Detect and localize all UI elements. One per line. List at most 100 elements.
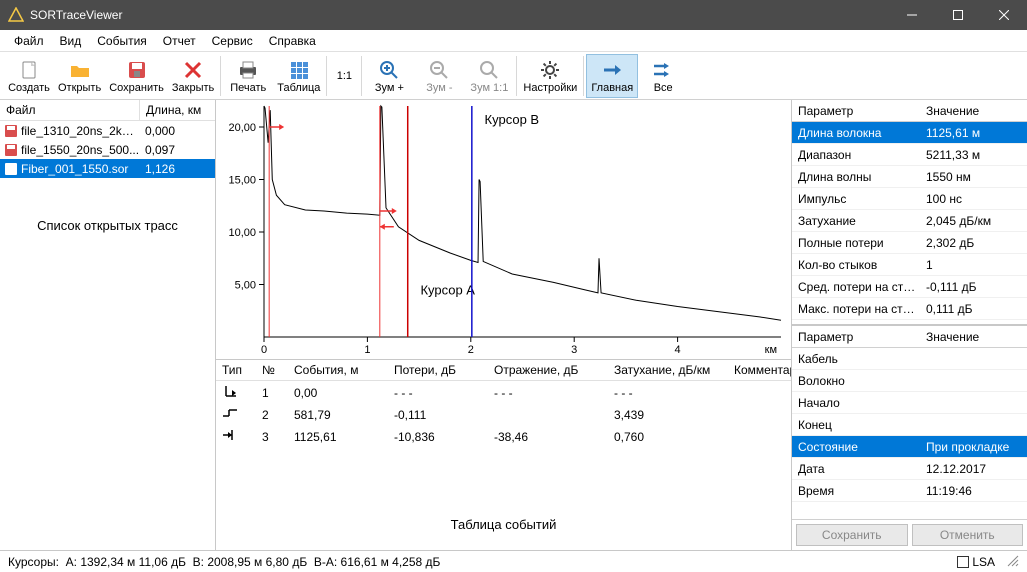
one-to-one-button[interactable]: 1:1 bbox=[329, 54, 359, 98]
param-value: 100 нс bbox=[922, 192, 1027, 206]
col-refl[interactable]: Отражение, дБ bbox=[494, 363, 614, 377]
col-comment[interactable]: Комментарий bbox=[734, 363, 791, 377]
right-panel: Параметр Значение Длина волокна1125,61 м… bbox=[791, 100, 1027, 550]
menu-service[interactable]: Сервис bbox=[204, 32, 261, 50]
table-button[interactable]: Таблица bbox=[273, 54, 324, 98]
param-key: Импульс bbox=[792, 192, 922, 206]
file-name: Fiber_001_1550.sor bbox=[21, 162, 141, 176]
event-row[interactable]: 31125,61-10,836-38,460,760 bbox=[216, 425, 791, 447]
print-button[interactable]: Печать bbox=[223, 54, 273, 98]
menu-bar: Файл Вид События Отчет Сервис Справка bbox=[0, 30, 1027, 52]
event-row[interactable]: 10,00- - -- - -- - - bbox=[216, 381, 791, 403]
new-file-icon bbox=[17, 58, 41, 82]
zoom-reset-button[interactable]: Зум 1:1 bbox=[464, 54, 514, 98]
file-col-header[interactable]: Файл bbox=[0, 100, 140, 120]
param-row[interactable]: Затухание2,045 дБ/км bbox=[792, 210, 1027, 232]
param-row[interactable]: Длина волокна1125,61 м bbox=[792, 122, 1027, 144]
file-icon bbox=[4, 124, 18, 138]
chart-area[interactable]: 01234км5,0010,0015,0020,00Курсор AКурсор… bbox=[216, 100, 791, 360]
file-icon bbox=[4, 162, 18, 176]
zoom-in-icon bbox=[377, 58, 401, 82]
param-value: 1125,61 м bbox=[922, 126, 1027, 140]
param-row[interactable]: Кол-во стыков1 bbox=[792, 254, 1027, 276]
events-table: Тип № События, м Потери, дБ Отражение, д… bbox=[216, 360, 791, 550]
zoom-out-button[interactable]: Зум - bbox=[414, 54, 464, 98]
mid-panel: 01234км5,0010,0015,0020,00Курсор AКурсор… bbox=[216, 100, 791, 550]
param-key: Длина волокна bbox=[792, 126, 922, 140]
file-name: file_1310_20ns_2km_... bbox=[21, 124, 141, 138]
event-row[interactable]: 2581,79-0,1113,439 bbox=[216, 403, 791, 425]
status-cursor-a: A: 1392,34 м 11,06 дБ bbox=[66, 555, 186, 569]
param-value: 11:19:46 bbox=[922, 484, 1027, 498]
param-row[interactable]: Диапазон5211,33 м bbox=[792, 144, 1027, 166]
col-type[interactable]: Тип bbox=[222, 363, 262, 377]
param-value: 1 bbox=[922, 258, 1027, 272]
status-bar: Курсоры: A: 1392,34 м 11,06 дБ B: 2008,9… bbox=[0, 550, 1027, 572]
main-trace-button[interactable]: Главная bbox=[586, 54, 638, 98]
file-row[interactable]: file_1310_20ns_2km_...0,000 bbox=[0, 121, 215, 140]
param-row[interactable]: Дата12.12.2017 bbox=[792, 458, 1027, 480]
create-button[interactable]: Создать bbox=[4, 54, 54, 98]
otdr-chart[interactable]: 01234км5,0010,0015,0020,00Курсор AКурсор… bbox=[216, 100, 791, 359]
param-row[interactable]: Конец bbox=[792, 414, 1027, 436]
param-row[interactable]: СостояниеПри прокладке bbox=[792, 436, 1027, 458]
menu-view[interactable]: Вид bbox=[52, 32, 90, 50]
arrow-right-icon bbox=[600, 58, 624, 82]
param-value: 12.12.2017 bbox=[922, 462, 1027, 476]
folder-icon bbox=[68, 58, 92, 82]
close-button[interactable] bbox=[981, 0, 1027, 30]
col-dist[interactable]: События, м bbox=[294, 363, 394, 377]
save-button[interactable]: Сохранить bbox=[105, 54, 168, 98]
maximize-button[interactable] bbox=[935, 0, 981, 30]
zoom-in-button[interactable]: Зум + bbox=[364, 54, 414, 98]
minimize-button[interactable] bbox=[889, 0, 935, 30]
params-cancel-button[interactable]: Отменить bbox=[912, 524, 1024, 546]
close-icon bbox=[181, 58, 205, 82]
params-footer: Сохранить Отменить bbox=[792, 519, 1027, 550]
toolbar: Создать Открыть Сохранить Закрыть Печать… bbox=[0, 52, 1027, 100]
file-list[interactable]: file_1310_20ns_2km_...0,000file_1550_20n… bbox=[0, 121, 215, 178]
file-row[interactable]: file_1550_20ns_500...0,097 bbox=[0, 140, 215, 159]
menu-file[interactable]: Файл bbox=[6, 32, 52, 50]
param-row[interactable]: Начало bbox=[792, 392, 1027, 414]
param-row[interactable]: Длина волны1550 нм bbox=[792, 166, 1027, 188]
printer-icon bbox=[236, 58, 260, 82]
lsa-checkbox[interactable]: LSA bbox=[957, 555, 995, 569]
settings-button[interactable]: Настройки bbox=[519, 54, 581, 98]
close-file-button[interactable]: Закрыть bbox=[168, 54, 218, 98]
param-key: Затухание bbox=[792, 214, 922, 228]
resize-grip-icon[interactable] bbox=[1005, 553, 1019, 570]
file-len: 0,097 bbox=[141, 143, 175, 157]
param-row[interactable]: Кабель bbox=[792, 348, 1027, 370]
menu-report[interactable]: Отчет bbox=[155, 32, 204, 50]
param-key: Макс. потери на стыке bbox=[792, 302, 922, 316]
all-traces-button[interactable]: Все bbox=[638, 54, 688, 98]
params-save-button[interactable]: Сохранить bbox=[796, 524, 908, 546]
menu-events[interactable]: События bbox=[89, 32, 155, 50]
svg-text:1: 1 bbox=[364, 344, 370, 356]
file-row[interactable]: Fiber_001_1550.sor1,126 bbox=[0, 159, 215, 178]
col-num[interactable]: № bbox=[262, 363, 294, 377]
param-row[interactable]: Сред. потери на стыке-0,111 дБ bbox=[792, 276, 1027, 298]
param-row[interactable]: Импульс100 нс bbox=[792, 188, 1027, 210]
app-title: SORTraceViewer bbox=[30, 8, 889, 22]
len-col-header[interactable]: Длина, км bbox=[140, 100, 215, 120]
param-value: 0,111 дБ bbox=[922, 302, 1027, 316]
params-header: Параметр Значение bbox=[792, 100, 1027, 122]
zoom-out-icon bbox=[427, 58, 451, 82]
param-row[interactable]: Волокно bbox=[792, 370, 1027, 392]
col-loss[interactable]: Потери, дБ bbox=[394, 363, 494, 377]
grid-icon bbox=[287, 58, 311, 82]
param-row[interactable]: Время11:19:46 bbox=[792, 480, 1027, 502]
param-row[interactable]: Макс. потери на стыке0,111 дБ bbox=[792, 298, 1027, 320]
param-row[interactable]: Полные потери2,302 дБ bbox=[792, 232, 1027, 254]
menu-help[interactable]: Справка bbox=[261, 32, 324, 50]
param-key: Диапазон bbox=[792, 148, 922, 162]
param-value: 5211,33 м bbox=[922, 148, 1027, 162]
events-caption: Таблица событий bbox=[451, 517, 557, 532]
svg-text:4: 4 bbox=[675, 344, 681, 356]
file-panel: Файл Длина, км file_1310_20ns_2km_...0,0… bbox=[0, 100, 216, 550]
open-button[interactable]: Открыть bbox=[54, 54, 105, 98]
col-atten[interactable]: Затухание, дБ/км bbox=[614, 363, 734, 377]
svg-text:15,00: 15,00 bbox=[228, 175, 256, 187]
